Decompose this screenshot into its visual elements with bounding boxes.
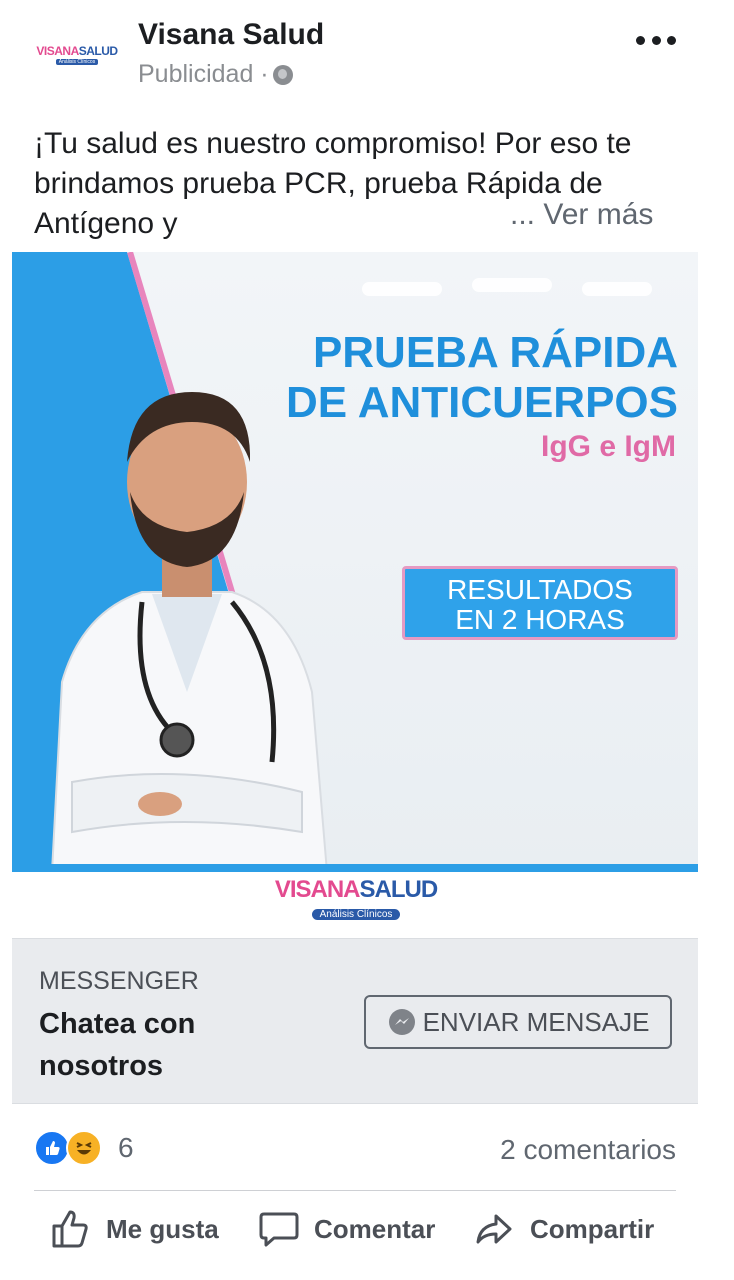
brand-logo-word2: SALUD [359, 876, 439, 903]
comment-label: Comentar [314, 1213, 436, 1244]
avatar-logo-word2: SALUD [78, 43, 118, 58]
ad-headline: PRUEBA RÁPIDA DE ANTICUERPOS [286, 328, 678, 428]
send-message-button[interactable]: ENVIAR MENSAJE [364, 995, 672, 1049]
results-line2: EN 2 HORAS [455, 604, 625, 635]
ad-headline-line1: PRUEBA RÁPIDA [312, 328, 678, 377]
ad-image[interactable]: PRUEBA RÁPIDA DE ANTICUERPOS IgG e IgM R… [12, 252, 698, 872]
haha-icon [66, 1130, 102, 1166]
messenger-icon [388, 1009, 415, 1035]
cta-channel: MESSENGER [39, 967, 199, 995]
ad-bottom-bar [12, 864, 698, 872]
reactions-summary[interactable]: 6 [34, 1128, 134, 1168]
doctor-illustration [50, 392, 329, 872]
page-name[interactable]: Visana Salud [138, 18, 324, 52]
sponsored-text: Publicidad · [138, 60, 269, 88]
like-label: Me gusta [106, 1213, 219, 1244]
share-icon [476, 1214, 512, 1244]
like-button[interactable]: Me gusta [50, 1204, 219, 1254]
see-more-link[interactable]: ... Ver más [510, 198, 654, 232]
send-message-label: ENVIAR MENSAJE [422, 1006, 650, 1037]
avatar-logo-text: VISANASALUD [36, 43, 118, 58]
ad-subheadline: IgG e IgM [541, 430, 676, 463]
cta-bar[interactable]: MESSENGER Chatea con nosotros ENVIAR MEN… [12, 938, 698, 1104]
reaction-count: 6 [118, 1132, 134, 1163]
share-label: Compartir [530, 1213, 655, 1244]
share-button[interactable]: Compartir [474, 1204, 654, 1254]
avatar-logo-sub: Análisis Clínicos [55, 58, 99, 65]
ad-headline-line2: DE ANTICUERPOS [286, 378, 678, 427]
results-badge: RESULTADOS EN 2 HORAS [402, 566, 678, 640]
avatar-logo-word1: VISANA [36, 43, 79, 58]
brand-logo-sub: Análisis Clínicos [311, 909, 401, 920]
cta-headline: Chatea con nosotros [39, 1008, 196, 1082]
brand-logo-word1: VISANA [274, 876, 361, 903]
sponsored-label[interactable]: Publicidad · [138, 60, 293, 89]
globe-icon [272, 64, 293, 85]
post-header: VISANASALUD Análisis Clínicos Visana Sal… [0, 0, 734, 110]
page-avatar[interactable]: VISANASALUD Análisis Clínicos [32, 18, 122, 90]
brand-logo-text: VISANASALUD [274, 876, 438, 904]
more-options-icon[interactable] [636, 30, 676, 50]
like-icon [34, 1130, 70, 1166]
comment-button[interactable]: Comentar [258, 1204, 435, 1254]
thumbs-up-icon [52, 1210, 88, 1248]
brand-logo: VISANASALUD Análisis Clínicos [274, 876, 438, 932]
results-line1: RESULTADOS [447, 574, 633, 605]
comments-count-link[interactable]: 2 comentarios [500, 1134, 676, 1166]
comment-icon [259, 1212, 299, 1247]
post-actions: Me gusta Comentar Compartir [0, 1196, 734, 1260]
actions-divider [34, 1190, 676, 1191]
